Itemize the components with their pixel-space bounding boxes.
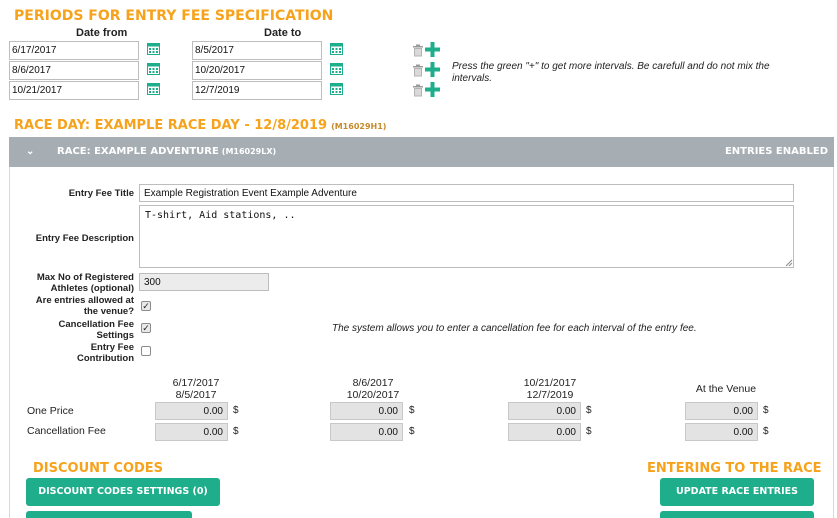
calendar-icon[interactable] [147, 62, 160, 75]
cancellation-fee-label: Cancellation Fee Settings [14, 319, 135, 341]
cancellation-fee-checkbox[interactable]: ✓ [141, 323, 151, 333]
race-title: RACE: EXAMPLE ADVENTURE (M16029LX) [57, 146, 276, 157]
race-title-text: RACE: EXAMPLE ADVENTURE [57, 146, 219, 157]
max-athletes-label-line1: Max No of Registered [36, 272, 134, 283]
discount-codes-heading: DISCOUNT CODES [33, 461, 164, 476]
cancel-fee-input-3[interactable]: 0.00 [508, 423, 581, 441]
trash-icon[interactable] [412, 84, 424, 97]
secondary-discount-button[interactable] [26, 511, 192, 518]
one-price-input-2[interactable]: 0.00 [330, 402, 403, 420]
discount-codes-settings-button[interactable]: DISCOUNT CODES SETTINGS (0) [26, 478, 220, 506]
currency-label: $ [763, 426, 769, 437]
calendar-icon[interactable] [330, 42, 343, 55]
cancel-fee-input-1[interactable]: 0.00 [155, 423, 228, 441]
cancellation-fee-label-line1: Cancellation Fee [58, 319, 135, 330]
one-price-input-3[interactable]: 0.00 [508, 402, 581, 420]
date-to-input-2[interactable]: 10/20/2017 [192, 61, 322, 80]
entry-fee-contribution-label-line1: Entry Fee [90, 342, 134, 353]
race-header-bar[interactable]: ⌄ RACE: EXAMPLE ADVENTURE (M16029LX) ENTR… [9, 137, 834, 167]
period-header-2-to: 10/20/2017 [346, 389, 400, 401]
date-to-input-3[interactable]: 12/7/2019 [192, 81, 322, 100]
cancellation-fee-row-label: Cancellation Fee [27, 425, 106, 437]
entering-race-heading: ENTERING TO THE RACE [647, 461, 822, 476]
race-day-title: RACE DAY: EXAMPLE RACE DAY - 12/8/2019 [14, 118, 328, 133]
currency-label: $ [586, 405, 592, 416]
date-from-input-3[interactable]: 10/21/2017 [9, 81, 139, 100]
period-header-1-to: 8/5/2017 [175, 389, 217, 401]
secondary-entering-button[interactable] [660, 511, 814, 518]
cancellation-fee-label-line2: Settings [96, 330, 134, 341]
venue-entries-label-line1: Are entries allowed at [35, 295, 134, 306]
period-header-venue: At the Venue [676, 383, 776, 395]
date-from-input-2[interactable]: 8/6/2017 [9, 61, 139, 80]
calendar-icon[interactable] [147, 42, 160, 55]
period-header-1: 6/17/2017 8/5/2017 [146, 377, 246, 401]
one-price-input-1[interactable]: 0.00 [155, 402, 228, 420]
chevron-down-icon[interactable]: ⌄ [26, 146, 34, 157]
period-header-3-to: 12/7/2019 [526, 389, 574, 401]
entry-fee-contribution-label: Entry Fee Contribution [14, 342, 134, 364]
date-from-header: Date from [76, 27, 128, 39]
period-header-3: 10/21/2017 12/7/2019 [500, 377, 600, 401]
currency-label: $ [586, 426, 592, 437]
currency-label: $ [409, 405, 415, 416]
plus-icon[interactable] [425, 82, 440, 97]
entry-fee-contribution-checkbox[interactable] [141, 346, 151, 356]
venue-entries-label: Are entries allowed at the venue? [14, 295, 134, 317]
update-race-entries-button[interactable]: UPDATE RACE ENTRIES [660, 478, 814, 506]
period-header-venue-text: At the Venue [695, 383, 757, 395]
period-header-2-from: 8/6/2017 [352, 377, 394, 389]
one-price-input-venue[interactable]: 0.00 [685, 402, 758, 420]
plus-icon[interactable] [425, 62, 440, 77]
period-header-2: 8/6/2017 10/20/2017 [323, 377, 423, 401]
currency-label: $ [409, 426, 415, 437]
max-athletes-label-line2: Athletes (optional) [50, 283, 134, 294]
trash-icon[interactable] [412, 64, 424, 77]
entry-fee-title-label: Entry Fee Title [68, 188, 134, 199]
max-athletes-input[interactable]: 300 [139, 273, 269, 291]
cancellation-note: The system allows you to enter a cancell… [332, 323, 697, 334]
intervals-note: Press the green "+" to get more interval… [452, 61, 770, 84]
currency-label: $ [233, 426, 239, 437]
race-day-code: (M16029H1) [331, 122, 387, 131]
entry-fee-contribution-label-line2: Contribution [77, 353, 134, 364]
period-header-1-from: 6/17/2017 [172, 377, 220, 389]
cancel-fee-input-venue[interactable]: 0.00 [685, 423, 758, 441]
currency-label: $ [763, 405, 769, 416]
max-athletes-label: Max No of Registered Athletes (optional) [14, 272, 134, 294]
resize-handle-icon[interactable] [785, 259, 793, 267]
calendar-icon[interactable] [330, 82, 343, 95]
trash-icon[interactable] [412, 44, 424, 57]
calendar-icon[interactable] [147, 82, 160, 95]
entry-fee-title-input[interactable]: Example Registration Event Example Adven… [139, 184, 794, 202]
entry-fee-description-label: Entry Fee Description [35, 233, 134, 244]
calendar-icon[interactable] [330, 62, 343, 75]
date-from-input-1[interactable]: 6/17/2017 [9, 41, 139, 60]
period-header-3-from: 10/21/2017 [523, 377, 577, 389]
periods-heading: PERIODS FOR ENTRY FEE SPECIFICATION [14, 8, 334, 24]
date-to-header: Date to [264, 27, 302, 39]
venue-entries-label-line2: the venue? [83, 306, 134, 317]
cancel-fee-input-2[interactable]: 0.00 [330, 423, 403, 441]
race-day-heading: RACE DAY: EXAMPLE RACE DAY - 12/8/2019 (M… [14, 118, 386, 133]
plus-icon[interactable] [425, 42, 440, 57]
date-to-input-1[interactable]: 8/5/2017 [192, 41, 322, 60]
currency-label: $ [233, 405, 239, 416]
entry-fee-description-input[interactable]: T-shirt, Aid stations, .. [139, 205, 794, 268]
one-price-label: One Price [27, 405, 74, 417]
race-code: (M16029LX) [221, 147, 277, 156]
venue-entries-checkbox[interactable]: ✓ [141, 301, 151, 311]
entries-status: ENTRIES ENABLED [724, 146, 828, 157]
